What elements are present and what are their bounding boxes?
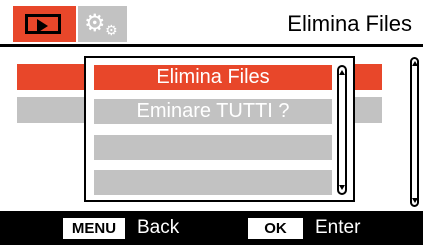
enter-label: Enter (315, 217, 361, 238)
option-empty[interactable] (94, 135, 332, 160)
scroll-up-arrow-icon (411, 61, 418, 66)
option-empty[interactable] (94, 170, 332, 195)
footer-bar: MENU Back OK Enter (0, 211, 423, 245)
playback-icon (25, 14, 61, 34)
ok-key-button[interactable]: OK (248, 218, 303, 239)
option-eliminare-tutti[interactable]: Eminare TUTTI ? (94, 99, 332, 124)
menu-scrollbar[interactable] (410, 57, 419, 207)
option-elimina-files[interactable]: Elimina Files (94, 65, 332, 90)
header-bar: ⚙ ⚙ Elimina Files (0, 0, 423, 44)
header-divider (0, 44, 423, 47)
delete-files-dialog: Elimina Files Eminare TUTTI ? (84, 56, 355, 202)
tab-settings[interactable]: ⚙ ⚙ (78, 6, 127, 42)
gear-small-icon: ⚙ (105, 23, 118, 39)
page-title: Elimina Files (287, 11, 412, 36)
scroll-up-arrow-icon (339, 70, 345, 75)
tab-playback[interactable] (13, 6, 76, 42)
back-label: Back (137, 217, 180, 238)
menu-key-button[interactable]: MENU (63, 218, 125, 239)
dialog-scrollbar[interactable] (337, 65, 347, 195)
gear-icon: ⚙ (84, 9, 106, 37)
dashcam-screen: ⚙ ⚙ Elimina Files Elimina Files Eminare … (0, 0, 423, 245)
scroll-down-arrow-icon (339, 185, 345, 190)
scroll-down-arrow-icon (411, 198, 418, 203)
